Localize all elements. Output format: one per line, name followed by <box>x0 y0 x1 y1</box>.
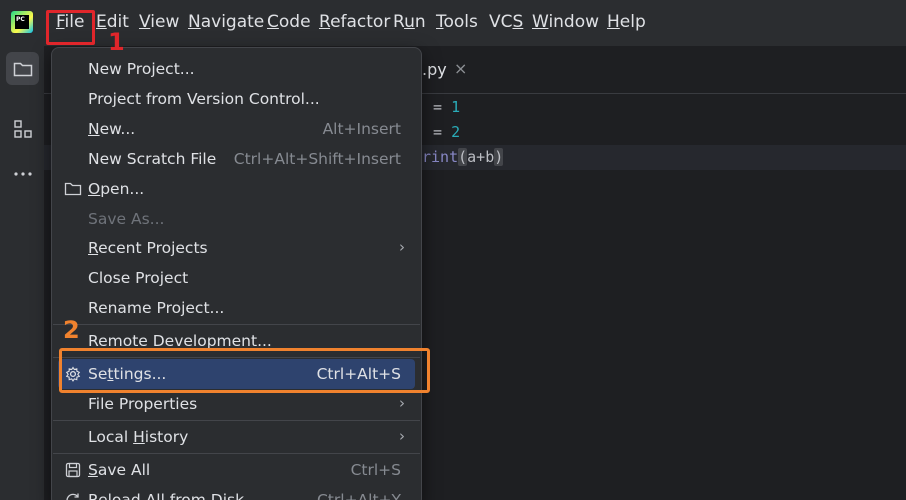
menu-code[interactable]: Code <box>267 12 311 32</box>
menu-help[interactable]: Help <box>607 12 646 32</box>
menu-item-label: Close Project <box>88 269 189 287</box>
menu-item-label: New... <box>88 120 136 138</box>
menu-item-label: Save As... <box>88 210 165 228</box>
menu-item-save-all[interactable]: Save All Ctrl+S <box>52 455 421 485</box>
pycharm-logo-text: PC <box>15 15 29 29</box>
menu-separator <box>53 420 420 421</box>
menu-item-label: New Project... <box>88 60 195 78</box>
structure-tool-button[interactable] <box>6 112 39 145</box>
tool-window-strip <box>0 46 44 500</box>
menu-item-project-from-vcs[interactable]: Project from Version Control... <box>52 84 421 114</box>
annotation-step-2: 2 <box>63 316 80 344</box>
menu-item-file-properties[interactable]: File Properties › <box>52 389 421 419</box>
menu-item-shortcut: Alt+Insert <box>322 120 401 138</box>
more-icon <box>13 171 32 176</box>
code-text: = 1 <box>433 98 461 116</box>
menu-item-shortcut: Ctrl+Alt+Shift+Insert <box>233 150 401 168</box>
annotation-box-settings <box>59 348 430 393</box>
annotation-step-1: 1 <box>108 28 125 56</box>
submenu-arrow-icon: › <box>399 238 405 256</box>
menu-item-save-as: Save As... <box>52 204 421 234</box>
menu-item-recent-projects[interactable]: Recent Projects › <box>52 233 421 263</box>
menu-refactor[interactable]: Refactor <box>319 12 390 32</box>
menu-window[interactable]: Window <box>532 12 599 32</box>
structure-icon <box>13 119 32 138</box>
menu-item-open[interactable]: Open... <box>52 174 421 204</box>
project-tool-button[interactable] <box>6 52 39 85</box>
more-tools-button[interactable] <box>6 157 39 190</box>
menu-item-label: Rename Project... <box>88 299 225 317</box>
file-menu-dropdown: New Project... Project from Version Cont… <box>51 47 422 500</box>
menu-item-new-scratch-file[interactable]: New Scratch File Ctrl+Alt+Shift+Insert <box>52 144 421 174</box>
main-menu-bar: PC File Edit View Navigate Code Refactor… <box>0 0 906 46</box>
menu-item-label: File Properties <box>88 395 198 413</box>
menu-item-label: Local History <box>88 428 189 446</box>
editor-tab-label[interactable]: .py <box>422 60 447 79</box>
menu-item-label: Recent Projects <box>88 239 208 257</box>
menu-item-reload-all[interactable]: Reload All from Disk Ctrl+Alt+Y <box>52 485 421 500</box>
code-text: rint(a+b) <box>422 148 504 166</box>
menu-item-new-project[interactable]: New Project... <box>52 54 421 84</box>
menu-tools[interactable]: Tools <box>436 12 478 32</box>
menu-item-label: New Scratch File <box>88 150 217 168</box>
menu-item-close-project[interactable]: Close Project <box>52 263 421 293</box>
menu-vcs[interactable]: VCS <box>489 12 523 32</box>
pycharm-logo-icon[interactable]: PC <box>11 11 33 33</box>
folder-icon <box>13 62 32 76</box>
menu-item-rename-project[interactable]: Rename Project... <box>52 293 421 323</box>
tab-close-icon[interactable]: × <box>454 59 467 78</box>
menu-item-label: Reload All from Disk <box>88 491 245 500</box>
save-icon <box>65 462 81 478</box>
menu-separator <box>53 324 420 325</box>
menu-separator <box>53 453 420 454</box>
menu-item-label: Save All <box>88 461 151 479</box>
menu-item-shortcut: Ctrl+S <box>350 461 401 479</box>
menu-item-local-history[interactable]: Local History › <box>52 422 421 452</box>
menu-item-shortcut: Ctrl+Alt+Y <box>316 491 401 500</box>
menu-item-label: Project from Version Control... <box>88 90 320 108</box>
code-text: = 2 <box>433 123 461 141</box>
menu-item-label: Open... <box>88 180 145 198</box>
submenu-arrow-icon: › <box>399 427 405 445</box>
menu-run[interactable]: Run <box>393 12 426 32</box>
menu-item-new[interactable]: New... Alt+Insert <box>52 114 421 144</box>
submenu-arrow-icon: › <box>399 394 405 412</box>
reload-icon <box>66 493 79 500</box>
folder-icon <box>64 182 82 196</box>
annotation-box-file-menu <box>46 10 95 45</box>
menu-navigate[interactable]: Navigate <box>188 12 264 32</box>
menu-view[interactable]: View <box>139 12 179 32</box>
